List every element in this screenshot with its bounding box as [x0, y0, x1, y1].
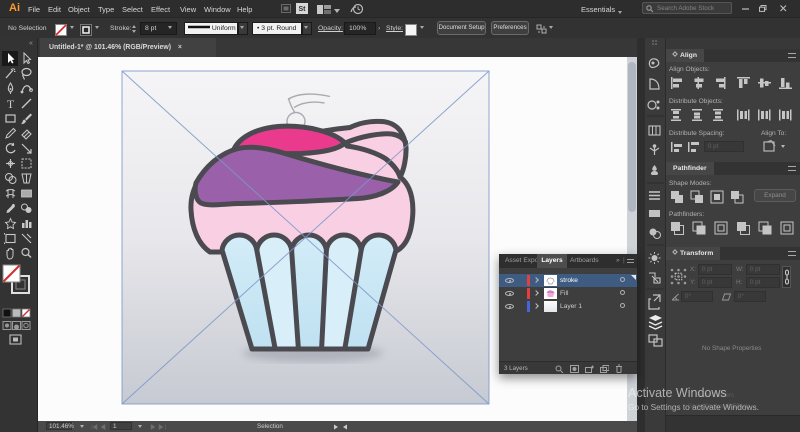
svg-text:T: T: [7, 97, 15, 111]
svg-text:«: «: [29, 40, 33, 47]
svg-text:St: St: [299, 6, 307, 13]
